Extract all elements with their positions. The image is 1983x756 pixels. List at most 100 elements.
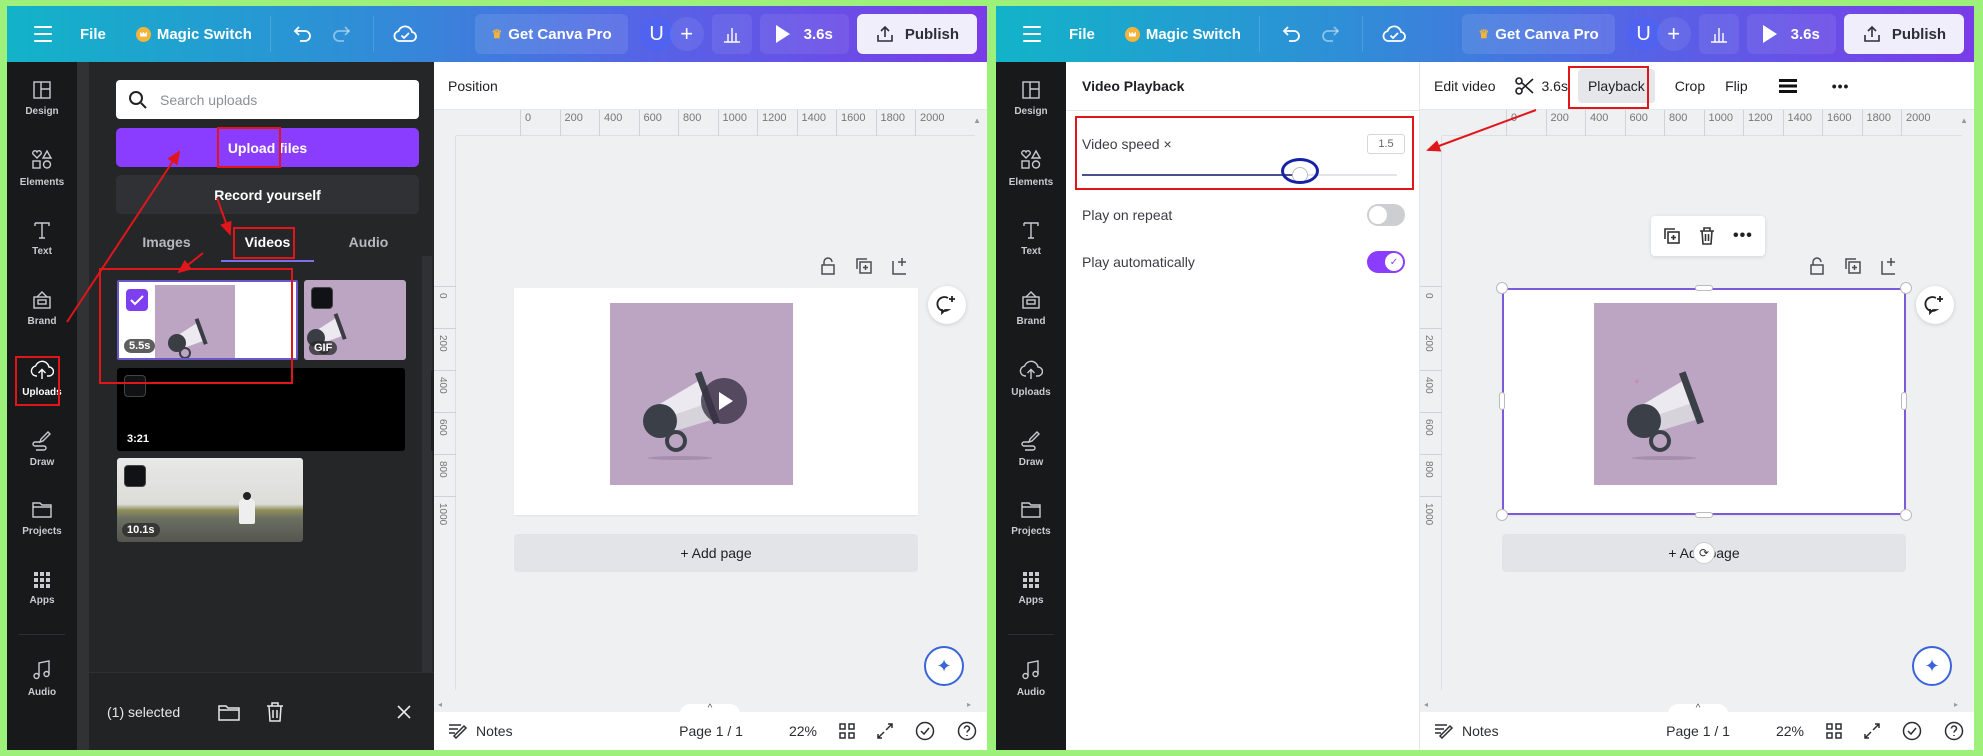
notes-button[interactable]: Notes bbox=[448, 723, 513, 739]
check-circle-icon[interactable] bbox=[1902, 721, 1922, 741]
zoom-level[interactable]: 22% bbox=[789, 723, 817, 739]
grid-view-icon[interactable] bbox=[1826, 723, 1842, 739]
undo-icon[interactable] bbox=[1278, 21, 1304, 47]
select-checkbox[interactable] bbox=[311, 287, 333, 309]
redo-icon[interactable] bbox=[329, 21, 355, 47]
more-options-icon[interactable]: ••• bbox=[1733, 227, 1753, 245]
sidebar-item-draw[interactable]: Draw bbox=[7, 420, 77, 476]
duplicate-icon[interactable] bbox=[1663, 227, 1681, 245]
crop-button[interactable]: Crop bbox=[1665, 69, 1715, 103]
resize-handle[interactable] bbox=[1496, 509, 1508, 521]
sidebar-item-uploads[interactable]: Uploads bbox=[996, 350, 1066, 406]
scroll-up-arrow[interactable]: ▲ bbox=[1960, 116, 1968, 125]
duplicate-page-icon[interactable] bbox=[1844, 257, 1862, 275]
sidebar-item-uploads[interactable]: Uploads bbox=[7, 350, 77, 406]
sidebar-item-elements[interactable]: Elements bbox=[996, 140, 1066, 196]
menu-hamburger-icon[interactable] bbox=[34, 26, 52, 42]
move-to-folder-icon[interactable] bbox=[218, 703, 240, 721]
position-button[interactable]: Position bbox=[448, 78, 498, 94]
help-icon[interactable] bbox=[957, 721, 977, 741]
selected-checkbox[interactable] bbox=[126, 289, 148, 311]
add-page-icon[interactable] bbox=[891, 257, 909, 275]
trash-icon[interactable] bbox=[266, 701, 284, 722]
file-menu-button[interactable]: File bbox=[80, 26, 106, 43]
resize-handle[interactable] bbox=[1901, 392, 1907, 410]
resize-handle[interactable] bbox=[1496, 282, 1508, 294]
select-checkbox[interactable] bbox=[124, 375, 146, 397]
get-canva-pro-button[interactable]: ♛ Get Canva Pro bbox=[1462, 14, 1615, 54]
scrollbar[interactable] bbox=[77, 62, 89, 750]
upload-item[interactable]: 5.5s bbox=[117, 280, 298, 360]
video-speed-input[interactable]: 1.5 bbox=[1367, 134, 1405, 154]
magic-switch-button[interactable]: Magic Switch bbox=[135, 26, 252, 43]
file-menu-button[interactable]: File bbox=[1069, 26, 1095, 43]
sidebar-item-projects[interactable]: Projects bbox=[996, 490, 1066, 546]
play-automatically-toggle[interactable]: ✓ bbox=[1367, 251, 1405, 273]
avatar[interactable]: U bbox=[639, 17, 674, 51]
sidebar-item-audio[interactable]: Audio bbox=[7, 650, 77, 706]
video-speed-slider[interactable] bbox=[1082, 167, 1397, 183]
resize-handle[interactable] bbox=[1499, 392, 1505, 410]
magic-assistant-sparkle-button[interactable]: ✦ bbox=[1912, 646, 1952, 686]
insights-chart-icon[interactable] bbox=[1698, 14, 1739, 54]
selection-frame[interactable] bbox=[1502, 288, 1906, 515]
magic-assistant-sparkle-button[interactable]: ✦ bbox=[924, 646, 964, 686]
design-page[interactable] bbox=[514, 288, 918, 515]
edit-video-button[interactable]: Edit video bbox=[1424, 69, 1505, 103]
sidebar-item-elements[interactable]: Elements bbox=[7, 140, 77, 196]
resize-handle[interactable] bbox=[1900, 509, 1912, 521]
scrollbar[interactable] bbox=[422, 256, 432, 710]
check-circle-icon[interactable] bbox=[915, 721, 935, 741]
sidebar-item-projects[interactable]: Projects bbox=[7, 490, 77, 546]
sidebar-item-text[interactable]: Text bbox=[996, 210, 1066, 266]
unlock-icon[interactable] bbox=[819, 257, 837, 275]
fullscreen-icon[interactable] bbox=[877, 723, 893, 739]
search-uploads-input[interactable]: Search uploads bbox=[116, 80, 419, 119]
flip-button[interactable]: Flip bbox=[1715, 69, 1758, 103]
tab-images[interactable]: Images bbox=[116, 222, 217, 262]
magic-switch-button[interactable]: Magic Switch bbox=[1124, 26, 1241, 43]
play-video-button[interactable] bbox=[701, 378, 747, 424]
resize-handle[interactable] bbox=[1695, 512, 1713, 518]
add-comment-button[interactable] bbox=[1916, 286, 1954, 324]
page-indicator[interactable]: Page 1 / 1 bbox=[679, 723, 743, 739]
upload-item[interactable]: GIF bbox=[304, 280, 406, 360]
sidebar-item-design[interactable]: Design bbox=[7, 70, 77, 126]
add-page-button[interactable]: + Add page bbox=[514, 534, 918, 572]
sidebar-item-brand[interactable]: Brand bbox=[7, 280, 77, 336]
trim-button[interactable]: 3.6s bbox=[1505, 69, 1577, 103]
play-preview-button[interactable]: 3.6s bbox=[759, 14, 849, 54]
resize-handle[interactable] bbox=[1900, 282, 1912, 294]
sidebar-item-audio[interactable]: Audio bbox=[996, 650, 1066, 706]
play-preview-button[interactable]: 3.6s bbox=[1746, 14, 1836, 54]
insights-chart-icon[interactable] bbox=[711, 14, 752, 54]
sidebar-item-brand[interactable]: Brand bbox=[996, 280, 1066, 336]
redo-icon[interactable] bbox=[1318, 21, 1344, 47]
playback-button[interactable]: Playback bbox=[1577, 68, 1655, 103]
page-indicator[interactable]: Page 1 / 1 bbox=[1666, 723, 1730, 739]
resize-handle[interactable] bbox=[1695, 285, 1713, 291]
cloud-saved-icon[interactable] bbox=[392, 21, 418, 47]
grid-view-icon[interactable] bbox=[839, 723, 855, 739]
unlock-icon[interactable] bbox=[1808, 257, 1826, 275]
add-collaborator-button[interactable]: + bbox=[669, 17, 704, 51]
undo-icon[interactable] bbox=[289, 21, 315, 47]
tab-audio[interactable]: Audio bbox=[318, 222, 419, 262]
sidebar-item-draw[interactable]: Draw bbox=[996, 420, 1066, 476]
sidebar-item-text[interactable]: Text bbox=[7, 210, 77, 266]
avatar[interactable]: U bbox=[1626, 17, 1661, 51]
scroll-up-arrow[interactable]: ▲ bbox=[973, 116, 981, 125]
record-yourself-button[interactable]: Record yourself bbox=[116, 175, 419, 214]
trash-icon[interactable] bbox=[1699, 227, 1715, 245]
help-icon[interactable] bbox=[1944, 721, 1964, 741]
add-collaborator-button[interactable]: + bbox=[1656, 17, 1691, 51]
zoom-level[interactable]: 22% bbox=[1776, 723, 1804, 739]
publish-button[interactable]: Publish bbox=[1843, 14, 1964, 54]
play-on-repeat-toggle[interactable] bbox=[1367, 204, 1405, 226]
add-comment-button[interactable] bbox=[928, 286, 966, 324]
add-page-icon[interactable] bbox=[1880, 257, 1898, 275]
sidebar-item-design[interactable]: Design bbox=[996, 70, 1066, 126]
upload-item[interactable]: 3:21 bbox=[117, 368, 405, 451]
sidebar-item-apps[interactable]: Apps bbox=[7, 560, 77, 616]
notes-button[interactable]: Notes bbox=[1434, 723, 1499, 739]
